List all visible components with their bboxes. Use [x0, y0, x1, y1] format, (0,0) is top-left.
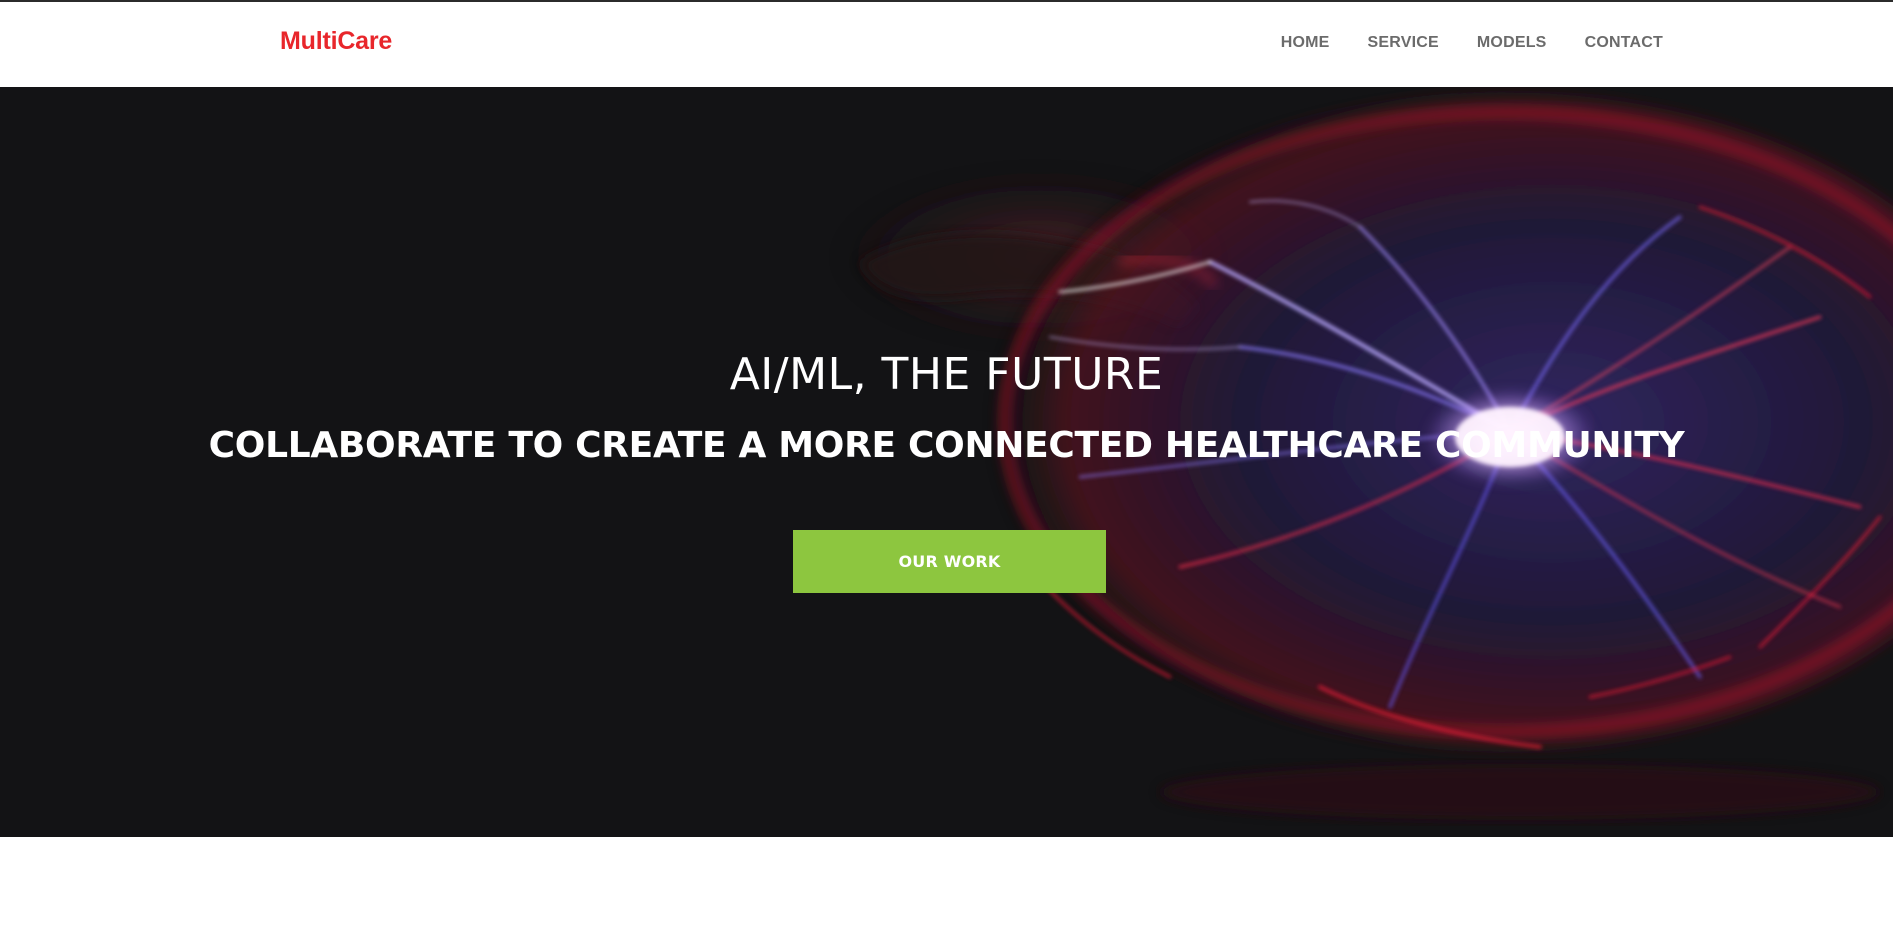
nav-contact[interactable]: CONTACT [1547, 34, 1663, 52]
main-nav: HOME SERVICE MODELS CONTACT [1243, 34, 1663, 52]
nav-home[interactable]: HOME [1243, 34, 1330, 52]
hero-subtitle: COLLABORATE TO CREATE A MORE CONNECTED H… [208, 425, 1685, 466]
nav-models[interactable]: MODELS [1439, 34, 1547, 52]
hero-section: AI/ML, THE FUTURE COLLABORATE TO CREATE … [0, 87, 1893, 837]
top-navigation-bar: MultiCare HOME SERVICE MODELS CONTACT [0, 0, 1893, 87]
content-section [0, 837, 1893, 943]
logo[interactable]: MultiCare [280, 27, 392, 56]
our-work-button[interactable]: OUR WORK [793, 530, 1106, 593]
hero-content: AI/ML, THE FUTURE COLLABORATE TO CREATE … [0, 87, 1893, 837]
hero-title: AI/ML, THE FUTURE [729, 349, 1164, 400]
nav-service[interactable]: SERVICE [1330, 34, 1439, 52]
